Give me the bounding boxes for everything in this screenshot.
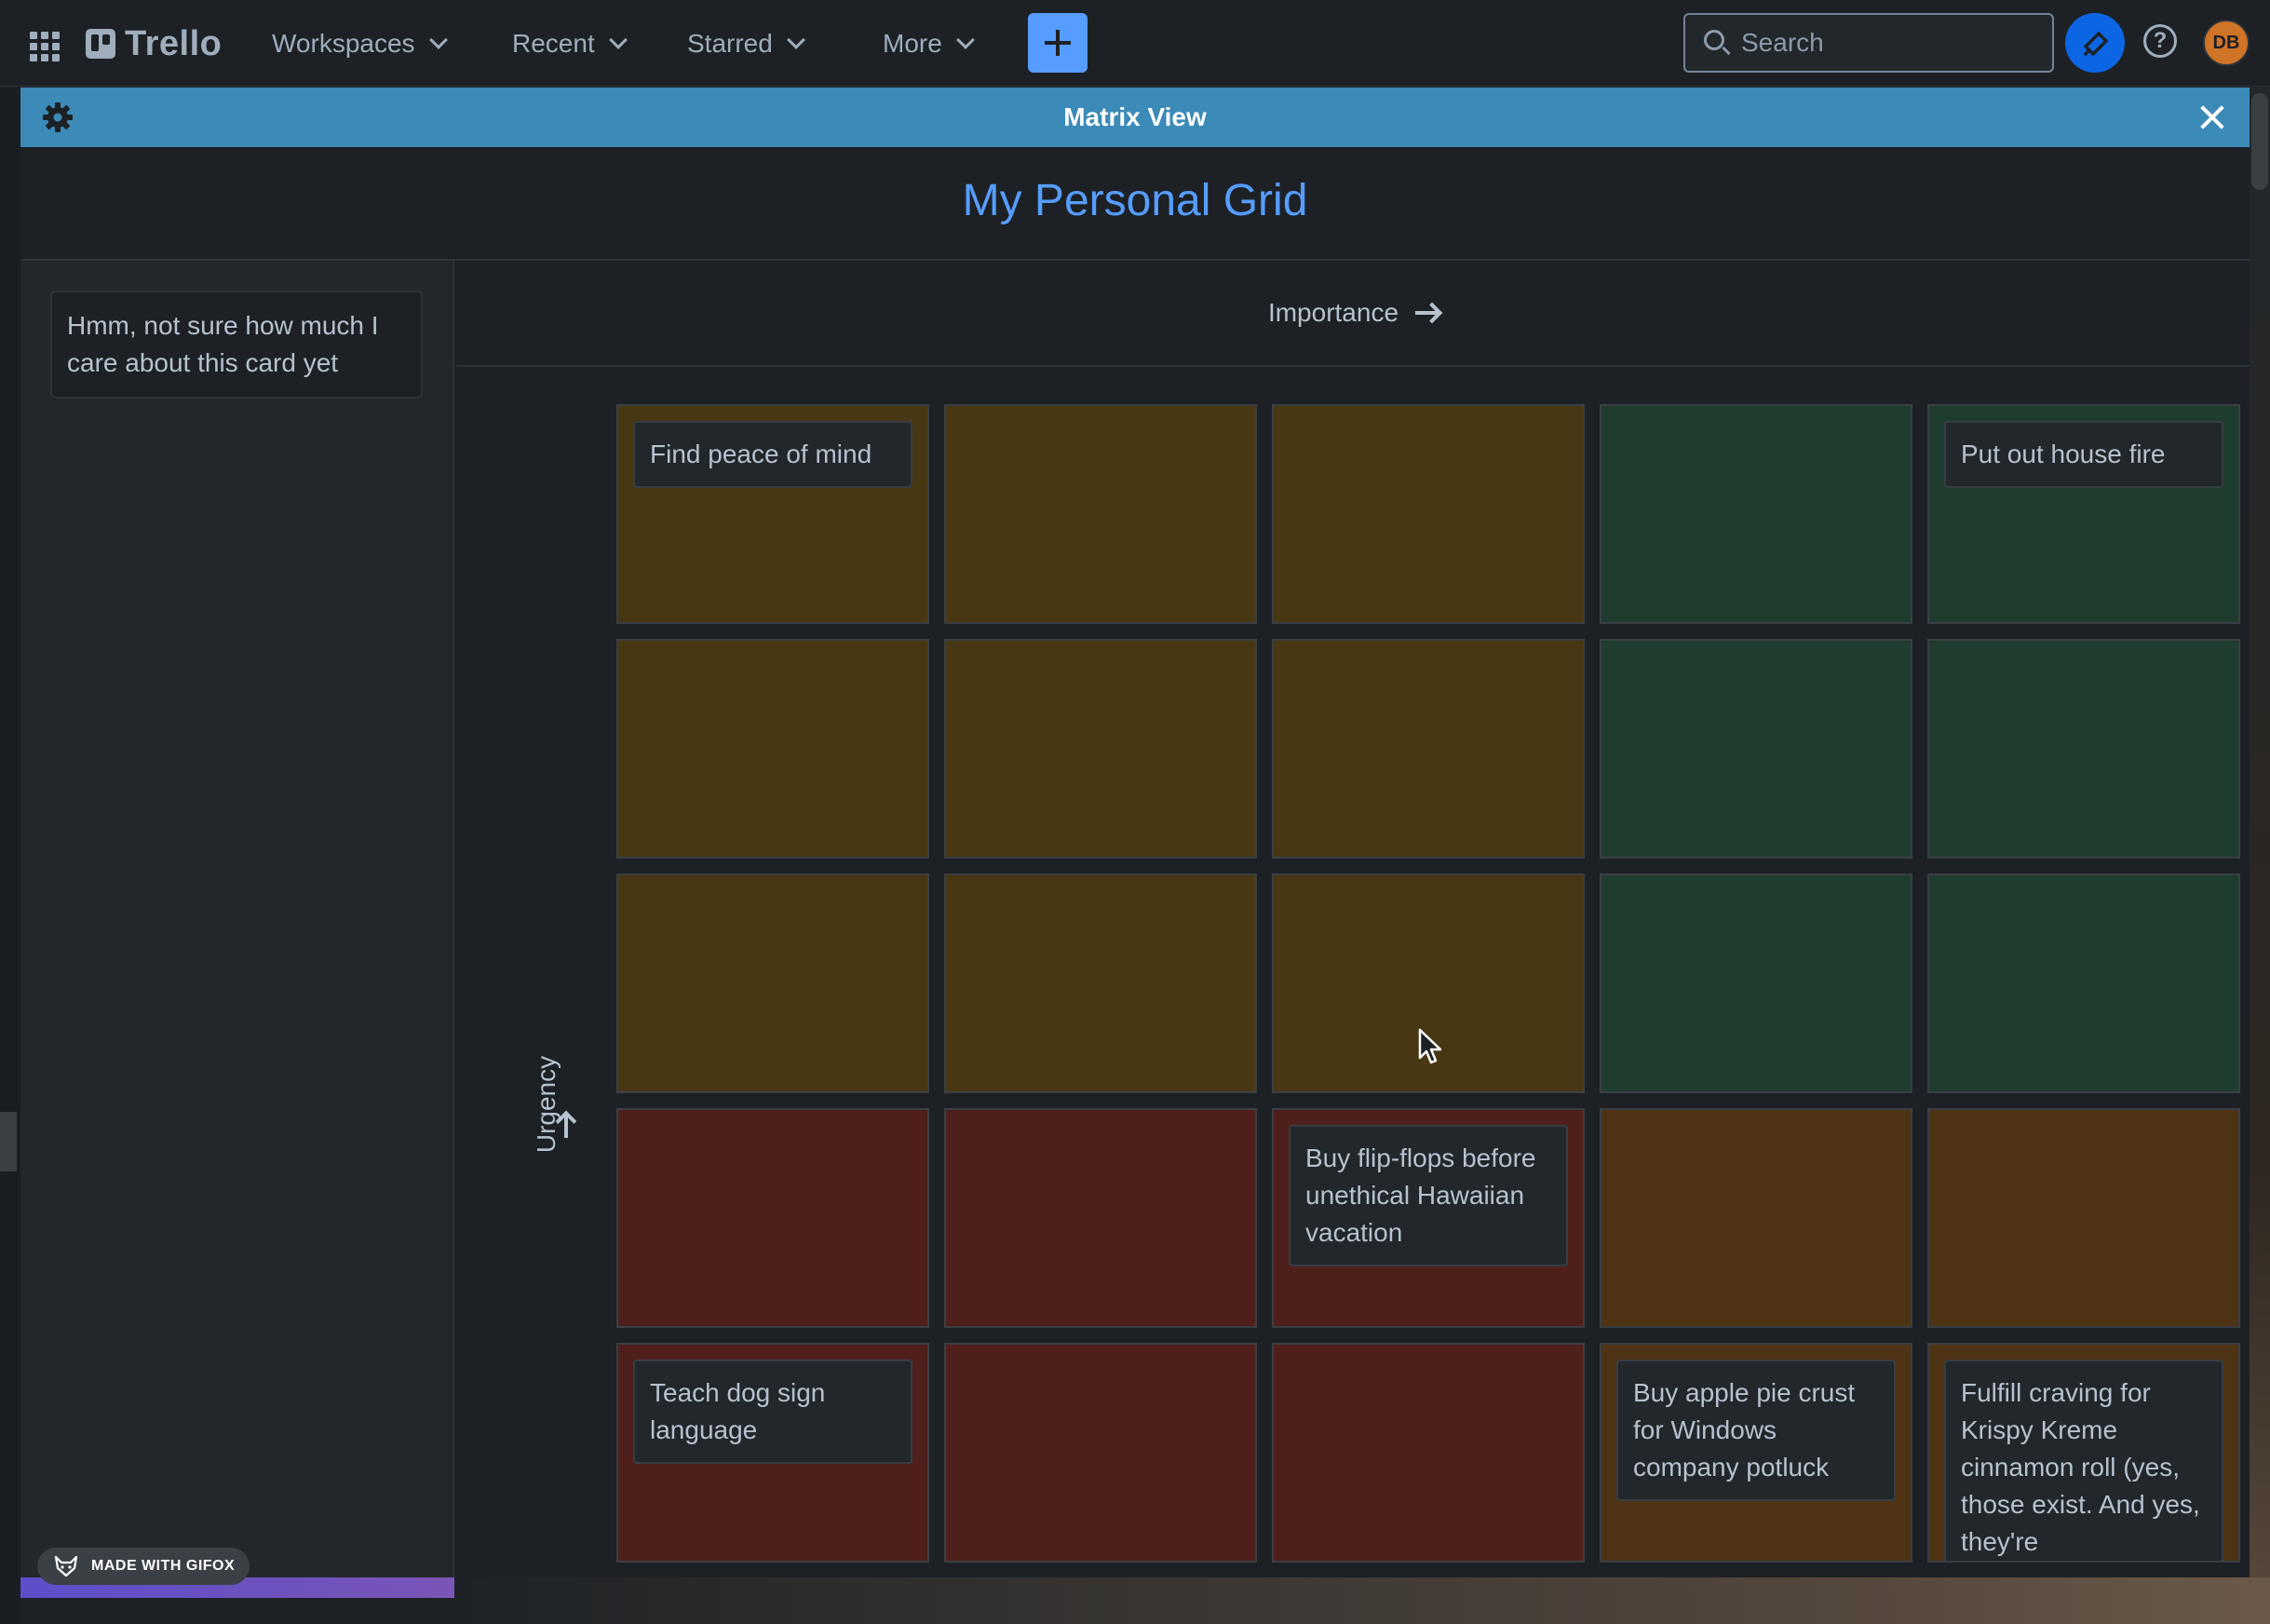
matrix-cell[interactable] (1600, 639, 1912, 859)
matrix-cell[interactable] (1600, 873, 1912, 1093)
megaphone-icon (2084, 32, 2108, 56)
board-background-bottom (454, 1577, 2270, 1624)
workspaces-menu-label: Workspaces (272, 29, 415, 58)
gifox-watermark-label: MADE WITH GIFOX (91, 1558, 236, 1574)
matrix-cell[interactable] (944, 639, 1257, 859)
trello-logo[interactable]: Trello (86, 22, 222, 65)
matrix-cell[interactable] (944, 873, 1257, 1093)
matrix-cell[interactable]: Buy apple pie crust for Windows company … (1600, 1343, 1912, 1563)
matrix-view-title: Matrix View (1063, 102, 1207, 131)
matrix-cell[interactable]: Find peace of mind (616, 404, 929, 624)
matrix-cell[interactable] (944, 404, 1257, 624)
trello-logo-icon (86, 29, 115, 59)
create-button[interactable] (1028, 13, 1088, 73)
matrix-cell[interactable] (1927, 639, 2240, 859)
matrix-view-header: Matrix View (20, 88, 2250, 147)
chevron-down-icon (786, 31, 805, 49)
matrix-cell[interactable] (616, 639, 929, 859)
board-background-right (2250, 88, 2270, 1624)
workspaces-menu[interactable]: Workspaces (272, 22, 448, 65)
matrix-cell[interactable] (1272, 1343, 1585, 1563)
matrix-cell[interactable] (944, 1343, 1257, 1563)
chevron-down-icon (955, 31, 975, 49)
matrix-card[interactable]: Buy flip-flops before unethical Hawaiian… (1289, 1125, 1568, 1266)
starred-menu[interactable]: Starred (687, 22, 805, 65)
search-input[interactable]: Search (1683, 13, 2054, 73)
board-title: My Personal Grid (962, 176, 1308, 225)
gifox-watermark: MADE WITH GIFOX (37, 1548, 250, 1585)
matrix-cell[interactable]: Fulfill craving for Krispy Kreme cinnamo… (1927, 1343, 2240, 1563)
matrix-card[interactable]: Fulfill craving for Krispy Kreme cinnamo… (1944, 1360, 2223, 1561)
matrix-cell[interactable] (616, 873, 929, 1093)
matrix-card[interactable]: Buy apple pie crust for Windows company … (1616, 1360, 1896, 1501)
matrix-card[interactable]: Find peace of mind (633, 421, 912, 488)
unsorted-cards-panel: Hmm, not sure how much I care about this… (20, 261, 454, 1577)
priority-matrix: Find peace of mind Put out house fire Buy … (616, 404, 2240, 1563)
matrix-cell[interactable]: Buy flip-flops before unethical Hawaiian… (1272, 1108, 1585, 1328)
trello-logo-text: Trello (125, 23, 223, 63)
unsorted-card[interactable]: Hmm, not sure how much I care about this… (50, 291, 423, 399)
matrix-cell[interactable] (1600, 404, 1912, 624)
matrix-view-body: My Personal Grid Hmm, not sure how much … (20, 147, 2250, 1577)
urgency-axis-label: Urgency (532, 1055, 561, 1154)
matrix-cell[interactable] (1272, 639, 1585, 859)
matrix-cell[interactable] (616, 1108, 929, 1328)
mouse-cursor-icon (1418, 1028, 1442, 1064)
importance-axis-label: Importance (1267, 298, 1399, 327)
more-menu-label: More (883, 29, 942, 58)
app-switcher-icon[interactable] (26, 28, 60, 61)
matrix-cell[interactable]: Teach dog sign language (616, 1343, 929, 1563)
gifox-logo-icon (54, 1555, 78, 1577)
matrix-cell[interactable] (1600, 1108, 1912, 1328)
more-menu[interactable]: More (883, 22, 975, 65)
chevron-down-icon (428, 31, 448, 49)
help-icon[interactable]: ? (2143, 24, 2177, 58)
arrow-up-icon (564, 1116, 568, 1138)
search-icon (1704, 30, 1724, 50)
gear-icon[interactable] (41, 101, 74, 134)
recent-menu[interactable]: Recent (512, 22, 628, 65)
arrow-right-icon (1415, 311, 1439, 315)
starred-menu-label: Starred (687, 29, 773, 58)
search-placeholder: Search (1741, 28, 1824, 57)
notifications-button[interactable] (2065, 13, 2125, 73)
chevron-down-icon (608, 31, 628, 49)
matrix-cell[interactable] (1272, 404, 1585, 624)
importance-axis: Importance (456, 261, 2250, 367)
recent-menu-label: Recent (512, 29, 595, 58)
close-icon[interactable] (2199, 104, 2225, 130)
top-navigation: Trello Workspaces Recent Starred More Se… (0, 0, 2270, 87)
matrix-cell[interactable] (1927, 1108, 2240, 1328)
matrix-cell[interactable] (1927, 873, 2240, 1093)
scrollbar[interactable] (2251, 93, 2268, 190)
matrix-card[interactable]: Teach dog sign language (633, 1360, 912, 1464)
board-background-left (0, 88, 20, 1624)
matrix-cell[interactable] (944, 1108, 1257, 1328)
urgency-axis: Urgency (486, 1041, 598, 1171)
matrix-card[interactable]: Put out house fire (1944, 421, 2223, 488)
avatar[interactable]: DB (2203, 20, 2250, 66)
matrix-cell[interactable]: Put out house fire (1927, 404, 2240, 624)
collapsed-sidebar-handle[interactable] (0, 1112, 17, 1171)
